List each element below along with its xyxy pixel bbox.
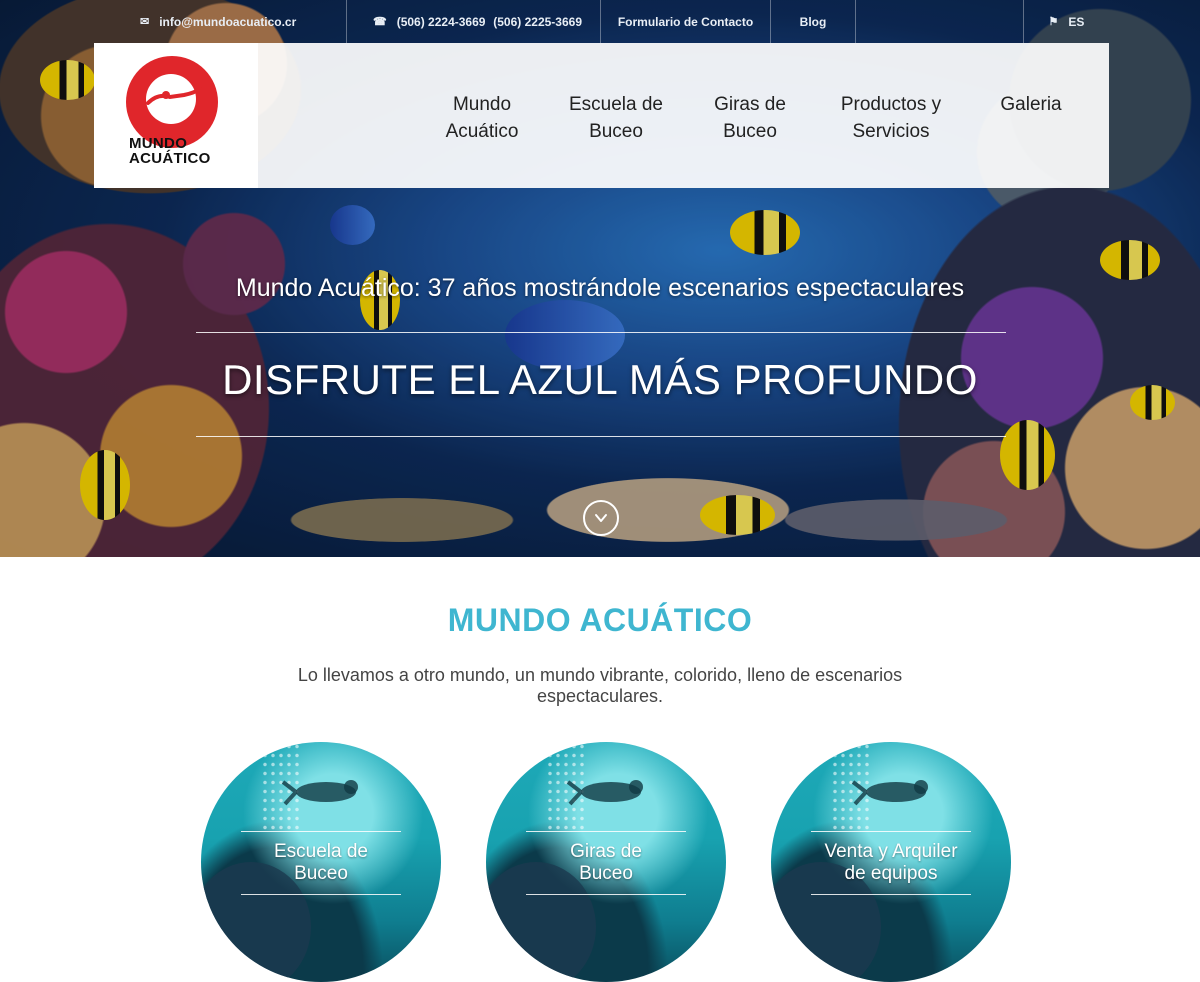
card-giras-de-buceo[interactable]: Giras de Buceo: [486, 742, 726, 982]
nav-item-giras-de-buceo[interactable]: Giras de Buceo: [690, 91, 810, 145]
card-label-line: Venta y Arquiler: [824, 841, 958, 862]
nav-label: Acuático: [445, 121, 519, 142]
card-label-line: de equipos: [844, 863, 938, 884]
topbar-spacer: [856, 0, 1024, 43]
card-label-line: Giras de: [570, 841, 642, 862]
logo[interactable]: MUNDO ACUÁTICO: [94, 43, 258, 188]
nav-label: Mundo: [452, 94, 512, 115]
nav-label: Productos y: [840, 94, 942, 115]
envelope-icon: ✉: [140, 16, 150, 28]
logo-text: MUNDO ACUÁTICO: [129, 136, 229, 166]
section-title: MUNDO ACUÁTICO: [447, 602, 753, 638]
card-label: Escuela de Buceo: [221, 841, 421, 885]
divider: [811, 894, 971, 895]
nav-label: Giras de: [714, 94, 786, 115]
card-label-line: Buceo: [294, 863, 348, 884]
diver-icon: [146, 87, 202, 105]
divider: [196, 332, 1006, 333]
diver-image: [281, 780, 358, 806]
card-escuela-de-buceo[interactable]: Escuela de Buceo: [201, 742, 441, 982]
hero-title: DISFRUTE EL AZUL MÁS PROFUNDO: [222, 356, 978, 403]
nav-label: Galeria: [1000, 94, 1062, 115]
email-link[interactable]: ✉ info@mundoacuatico.cr: [94, 0, 347, 43]
divider: [526, 894, 686, 895]
scroll-down-button[interactable]: [583, 500, 619, 536]
email-text: info@mundoacuatico.cr: [159, 14, 297, 29]
card-venta-y-alquiler[interactable]: Venta y Arquiler de equipos: [771, 742, 1011, 982]
logo-line-1: MUNDO: [129, 135, 188, 152]
blog-link[interactable]: Blog: [771, 0, 856, 43]
divider: [526, 831, 686, 832]
language-selector[interactable]: ⚑ ES: [1024, 0, 1109, 43]
phone-numbers: ☎ (506) 2224-3669 (506) 2225-3669: [347, 0, 601, 43]
nav-label: Escuela de: [568, 94, 663, 115]
chevron-down-icon: [595, 514, 607, 522]
divider: [811, 831, 971, 832]
language-label: ES: [1068, 14, 1085, 29]
nav-label: Buceo: [589, 121, 643, 142]
card-label-line: Buceo: [579, 863, 633, 884]
nav-item-escuela-de-buceo[interactable]: Escuela de Buceo: [542, 91, 690, 145]
main-nav: Mundo Acuático Escuela de Buceo Giras de…: [422, 91, 1090, 145]
card-label-line: Escuela de: [273, 841, 368, 862]
divider: [241, 831, 401, 832]
hero-subtitle: Mundo Acuático: 37 años mostrándole esce…: [235, 274, 965, 302]
diver-image: [566, 780, 643, 806]
nav-item-mundo-acuatico[interactable]: Mundo Acuático: [422, 91, 542, 145]
contact-form-link[interactable]: Formulario de Contacto: [601, 0, 771, 43]
section-description: Lo llevamos a otro mundo, un mundo vibra…: [297, 665, 903, 706]
nav-label: Buceo: [723, 121, 777, 142]
nav-item-galeria[interactable]: Galeria: [972, 91, 1090, 145]
phone-number-2[interactable]: (506) 2225-3669: [493, 15, 582, 29]
phone-icon: ☎: [373, 16, 387, 28]
phone-number-1[interactable]: (506) 2224-3669: [397, 15, 486, 29]
divider: [196, 436, 1006, 437]
card-label: Giras de Buceo: [506, 841, 706, 885]
main-header: MUNDO ACUÁTICO Mundo Acuático Escuela de…: [94, 43, 1109, 188]
top-bar: ✉ info@mundoacuatico.cr ☎ (506) 2224-366…: [94, 0, 1109, 43]
card-label: Venta y Arquiler de equipos: [791, 841, 991, 885]
nav-item-productos-y-servicios[interactable]: Productos y Servicios: [810, 91, 972, 145]
logo-line-2: ACUÁTICO: [129, 150, 211, 167]
divider: [241, 894, 401, 895]
nav-label: Servicios: [852, 121, 930, 142]
flag-icon: ⚑: [1048, 16, 1059, 28]
diver-image: [851, 780, 928, 806]
